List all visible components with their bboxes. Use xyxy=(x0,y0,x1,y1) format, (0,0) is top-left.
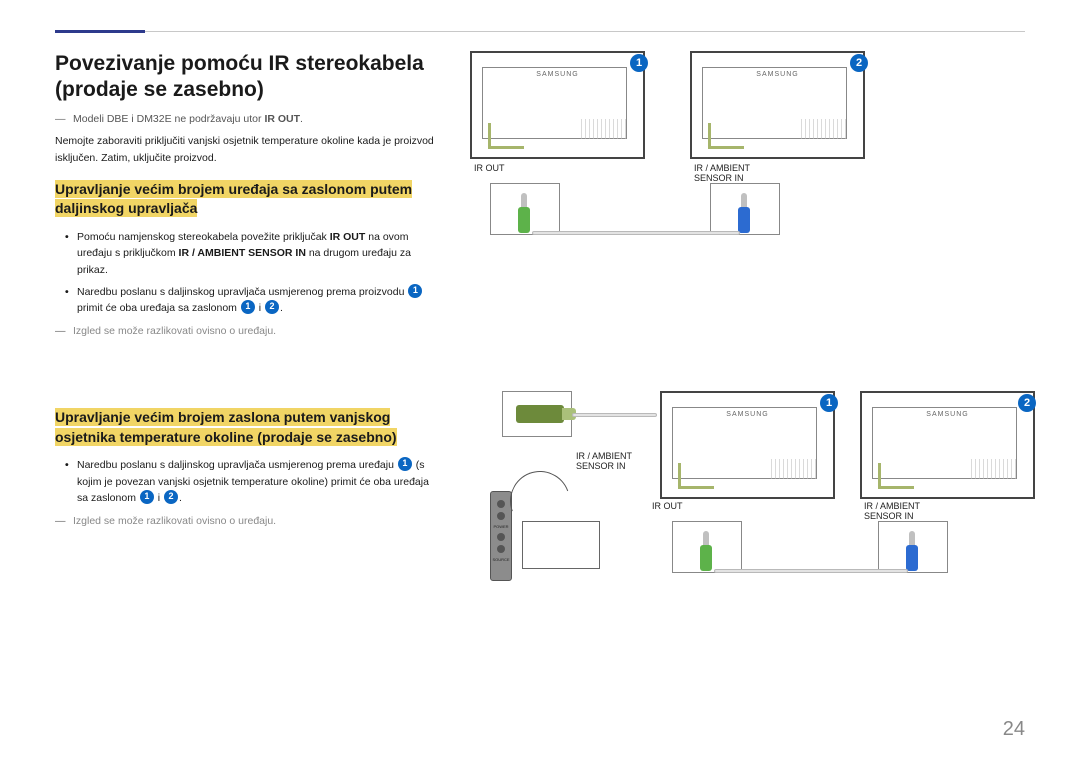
model-note: Modeli DBE i DM32E ne podržavaju utor IR… xyxy=(55,112,440,128)
page-number: 24 xyxy=(1003,718,1025,741)
bullet-list-2: Naredbu poslanu s daljinskog upravljača … xyxy=(55,457,440,506)
jack-blue-1-icon xyxy=(736,193,752,233)
remote-btn-1 xyxy=(497,500,505,508)
section-title: Povezivanje pomoću IR stereokabela (prod… xyxy=(55,51,440,104)
subheading-2-wrap: Upravljanje većim brojem zaslona putem v… xyxy=(55,408,440,447)
bullet-2: Naredbu poslanu s daljinskog upravljača … xyxy=(55,284,440,317)
remote-label-power: POWER xyxy=(493,524,508,529)
monitor-2: SAMSUNG xyxy=(690,51,865,159)
badge-1-icon: 1 xyxy=(408,284,422,298)
external-sensor-icon xyxy=(516,405,564,423)
d2-monitor-1-bracket-icon xyxy=(678,463,714,489)
badge-c1-1b-icon: 1 xyxy=(140,490,154,504)
bullet-list-1: Pomoću namjenskog stereokabela povežite … xyxy=(55,229,440,316)
look-note-2: Izgled se može razlikovati ovisno o uređ… xyxy=(55,514,440,530)
c1-and: i xyxy=(155,492,163,504)
badge-1b-icon: 1 xyxy=(241,300,255,314)
look-note-1: Izgled se može razlikovati ovisno o uređ… xyxy=(55,324,440,340)
left-column: Povezivanje pomoću IR stereokabela (prod… xyxy=(55,51,460,641)
cable-1-icon xyxy=(532,231,740,235)
b2-tail: . xyxy=(280,302,283,314)
d2-monitor-1-brand: SAMSUNG xyxy=(726,411,768,418)
header-rule xyxy=(55,30,1025,33)
b1-ambient: IR / AMBIENT SENSOR IN xyxy=(179,247,306,259)
d2-label-ir-ambient: IR / AMBIENT SENSOR IN xyxy=(864,501,944,521)
d2-monitor-2-bracket-icon xyxy=(878,463,914,489)
d2-jack-blue-icon xyxy=(904,531,920,571)
d2-label-ir-out: IR OUT xyxy=(652,501,683,511)
badge-2-icon: 2 xyxy=(265,300,279,314)
c1-tail: . xyxy=(179,492,182,504)
badge-c1-1-icon: 1 xyxy=(398,457,412,471)
right-column: SAMSUNG 1 SAMSUNG 2 IR OUT IR / AMBIENT … xyxy=(460,51,1025,641)
model-note-text: Modeli DBE i DM32E ne podržavaju utor xyxy=(73,113,264,125)
model-note-tail: . xyxy=(300,113,303,125)
badge-c1-2-icon: 2 xyxy=(164,490,178,504)
spacer xyxy=(55,346,440,394)
label-ir-ambient-sensor: IR / AMBIENT SENSOR IN xyxy=(576,451,656,471)
subheading-1: Upravljanje većim brojem uređaja sa zasl… xyxy=(55,180,412,218)
monitor-2-brand: SAMSUNG xyxy=(756,71,798,78)
header-thick-bar xyxy=(55,30,145,33)
remote-label-source: SOURCE xyxy=(492,557,509,562)
b2-mid: primit će oba uređaja sa zaslonom xyxy=(77,302,240,314)
monitor-1-brand: SAMSUNG xyxy=(536,71,578,78)
monitor-2-vents-icon xyxy=(801,119,847,139)
subheading-1-wrap: Upravljanje većim brojem uređaja sa zasl… xyxy=(55,180,440,219)
d2-monitor-1-vents-icon xyxy=(771,459,817,479)
diagram-2: IR / AMBIENT SENSOR IN POWER SOURCE xyxy=(460,391,1025,641)
diagram-1: SAMSUNG 1 SAMSUNG 2 IR OUT IR / AMBIENT … xyxy=(460,51,1025,311)
b2-pre: Naredbu poslanu s daljinskog upravljača … xyxy=(77,286,407,298)
d2-monitor-2-brand: SAMSUNG xyxy=(926,411,968,418)
diagram1-badge-2: 2 xyxy=(850,54,868,72)
monitor-1-bracket-icon xyxy=(488,123,524,149)
bullet-c1: Naredbu poslanu s daljinskog upravljača … xyxy=(55,457,440,506)
model-note-bold: IR OUT xyxy=(264,113,300,125)
cable-sensor-h-icon xyxy=(572,413,657,417)
remote-control-icon: POWER SOURCE xyxy=(490,491,512,581)
jack-green-1-icon xyxy=(516,193,532,233)
remote-btn-2 xyxy=(497,512,505,520)
monitor-1-vents-icon xyxy=(581,119,627,139)
d2-monitor-2-vents-icon xyxy=(971,459,1017,479)
intro-paragraph: Nemojte zaboraviti priključiti vanjski o… xyxy=(55,133,440,166)
header-thin-bar xyxy=(145,31,1025,32)
monitor-2-bracket-icon xyxy=(708,123,744,149)
b1-irout: IR OUT xyxy=(330,231,366,243)
d2-monitor-2: SAMSUNG xyxy=(860,391,1035,499)
d2-jack-green-icon xyxy=(698,531,714,571)
b2-and: i xyxy=(256,302,264,314)
monitor-1: SAMSUNG xyxy=(470,51,645,159)
diagram1-badge-1: 1 xyxy=(630,54,648,72)
remote-btn-4 xyxy=(497,545,505,553)
d2-badge-1: 1 xyxy=(820,394,838,412)
content-columns: Povezivanje pomoću IR stereokabela (prod… xyxy=(55,51,1025,641)
subheading-2: Upravljanje većim brojem zaslona putem v… xyxy=(55,408,397,446)
d2-badge-2: 2 xyxy=(1018,394,1036,412)
label-ir-out-1: IR OUT xyxy=(474,163,505,173)
d2-cable-icon xyxy=(714,569,908,573)
remote-btn-3 xyxy=(497,533,505,541)
label-ir-ambient-1: IR / AMBIENT SENSOR IN xyxy=(694,163,774,183)
d2-monitor-1: SAMSUNG xyxy=(660,391,835,499)
bullet-1: Pomoću namjenskog stereokabela povežite … xyxy=(55,229,440,278)
b1-pre: Pomoću namjenskog stereokabela povežite … xyxy=(77,231,330,243)
c1-pre: Naredbu poslanu s daljinskog upravljača … xyxy=(77,459,397,471)
page: Povezivanje pomoću IR stereokabela (prod… xyxy=(0,0,1080,666)
